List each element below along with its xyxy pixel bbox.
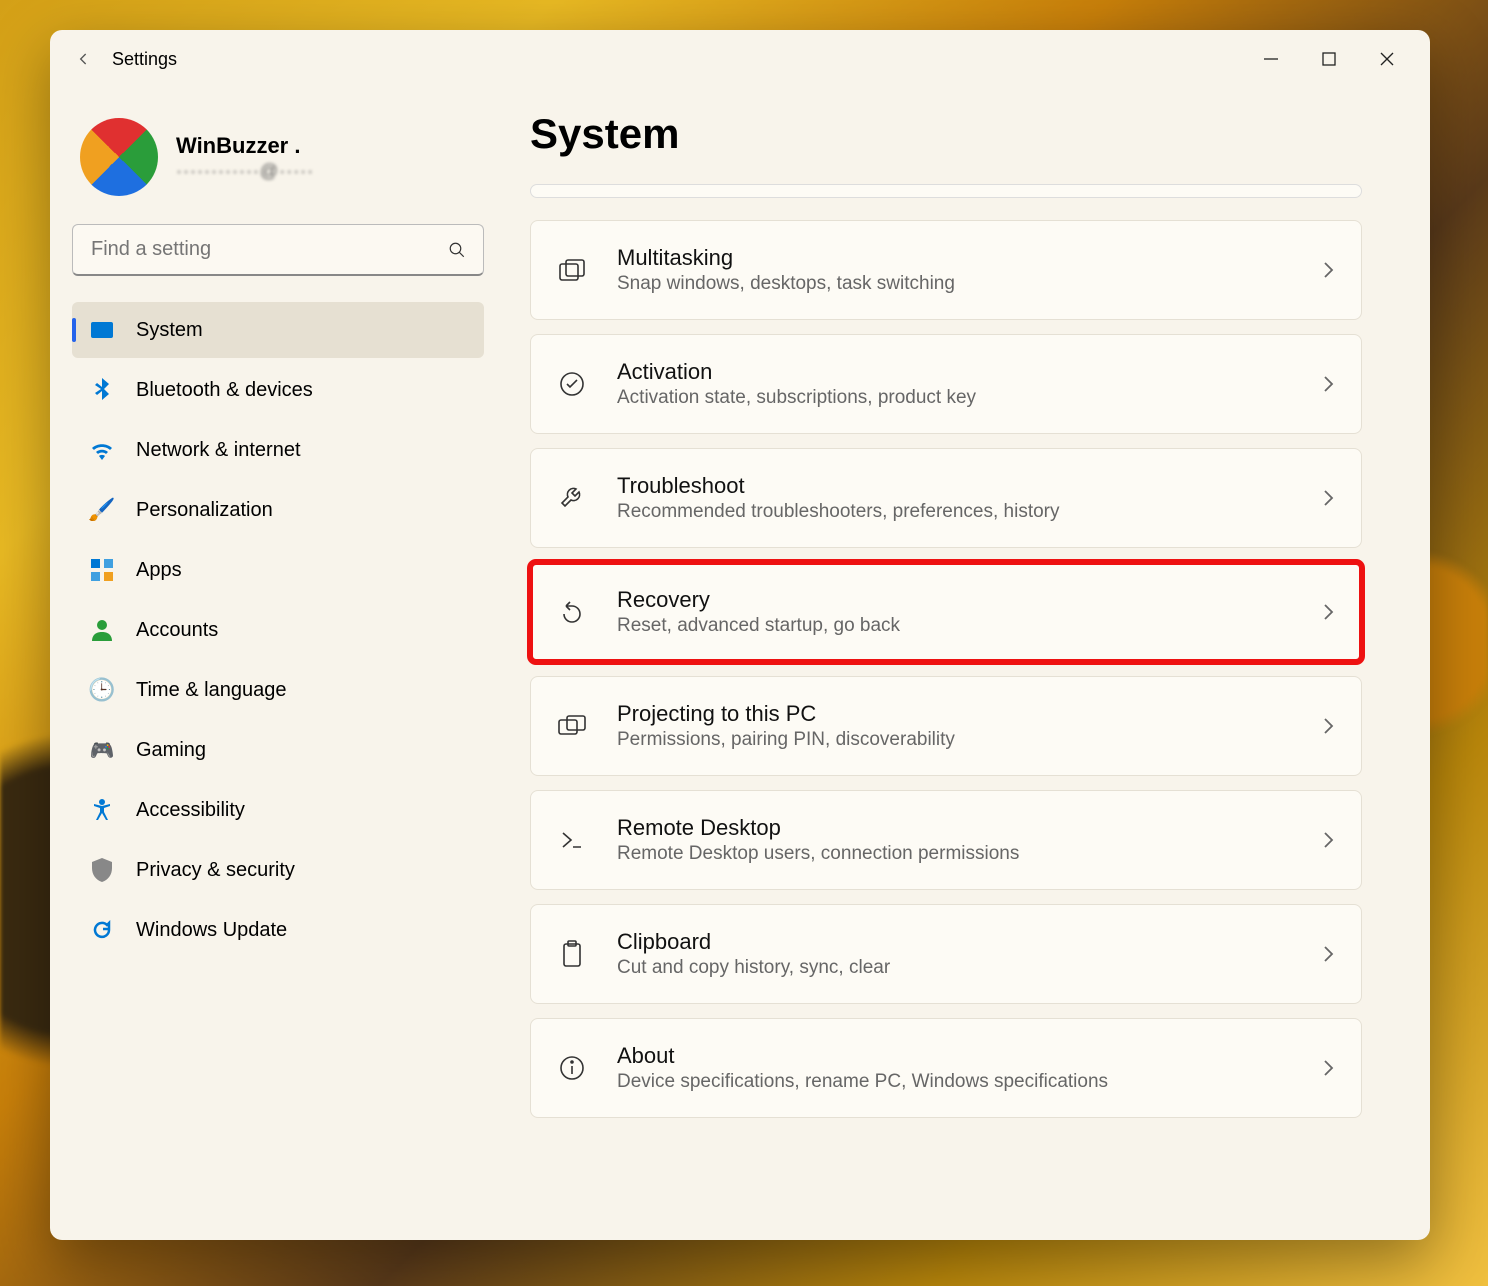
card-title: About bbox=[617, 1043, 1321, 1069]
sidebar-item-label: Accessibility bbox=[136, 799, 245, 822]
card-subtitle: Permissions, pairing PIN, discoverabilit… bbox=[617, 729, 1321, 751]
card-subtitle: Recommended troubleshooters, preferences… bbox=[617, 501, 1321, 523]
sidebar-item-label: Apps bbox=[136, 559, 182, 582]
system-icon bbox=[90, 318, 114, 342]
sidebar-item-label: Windows Update bbox=[136, 919, 287, 942]
sidebar-item-label: Personalization bbox=[136, 499, 273, 522]
card-title: Multitasking bbox=[617, 245, 1321, 271]
accounts-icon bbox=[90, 618, 114, 642]
chevron-right-icon bbox=[1321, 601, 1335, 623]
titlebar: Settings bbox=[50, 30, 1430, 88]
settings-card-projecting-to-this-pc[interactable]: Projecting to this PCPermissions, pairin… bbox=[530, 676, 1362, 776]
remote-icon bbox=[557, 825, 587, 855]
card-subtitle: Device specifications, rename PC, Window… bbox=[617, 1071, 1321, 1093]
card-subtitle: Cut and copy history, sync, clear bbox=[617, 957, 1321, 979]
clipboard-icon bbox=[557, 939, 587, 969]
settings-card-clipboard[interactable]: ClipboardCut and copy history, sync, cle… bbox=[530, 904, 1362, 1004]
app-title: Settings bbox=[112, 49, 177, 70]
sidebar: WinBuzzer . ············@····· System Blu… bbox=[50, 88, 510, 1240]
apps-icon bbox=[90, 558, 114, 582]
windows-update-icon bbox=[90, 918, 114, 942]
card-title: Activation bbox=[617, 359, 1321, 385]
check-icon bbox=[557, 369, 587, 399]
sidebar-item-privacy-security[interactable]: Privacy & security bbox=[72, 842, 484, 898]
avatar bbox=[80, 118, 158, 196]
recovery-icon bbox=[557, 597, 587, 627]
settings-card-remote-desktop[interactable]: Remote DesktopRemote Desktop users, conn… bbox=[530, 790, 1362, 890]
settings-card-multitasking[interactable]: MultitaskingSnap windows, desktops, task… bbox=[530, 220, 1362, 320]
sidebar-item-label: Network & internet bbox=[136, 439, 301, 462]
chevron-right-icon bbox=[1321, 487, 1335, 509]
maximize-icon bbox=[1322, 52, 1336, 66]
sidebar-item-label: Time & language bbox=[136, 679, 286, 702]
card-title: Remote Desktop bbox=[617, 815, 1321, 841]
card-title: Recovery bbox=[617, 587, 1321, 613]
chevron-right-icon bbox=[1321, 715, 1335, 737]
sidebar-item-label: System bbox=[136, 319, 203, 342]
chevron-right-icon bbox=[1321, 1057, 1335, 1079]
privacy-security-icon bbox=[90, 858, 114, 882]
profile-name: WinBuzzer . bbox=[176, 133, 314, 159]
chevron-right-icon bbox=[1321, 259, 1335, 281]
main-content: System MultitaskingSnap windows, desktop… bbox=[510, 88, 1430, 1240]
sidebar-item-accounts[interactable]: Accounts bbox=[72, 602, 484, 658]
network-internet-icon bbox=[90, 438, 114, 462]
multitask-icon bbox=[557, 255, 587, 285]
chevron-right-icon bbox=[1321, 373, 1335, 395]
time-language-icon: 🕒 bbox=[90, 678, 114, 702]
close-button[interactable] bbox=[1358, 39, 1416, 79]
project-icon bbox=[557, 711, 587, 741]
sidebar-item-windows-update[interactable]: Windows Update bbox=[72, 902, 484, 958]
card-subtitle: Remote Desktop users, connection permiss… bbox=[617, 843, 1321, 865]
sidebar-item-personalization[interactable]: 🖌️ Personalization bbox=[72, 482, 484, 538]
settings-card-recovery[interactable]: RecoveryReset, advanced startup, go back bbox=[530, 562, 1362, 662]
minimize-icon bbox=[1264, 52, 1278, 66]
card-subtitle: Reset, advanced startup, go back bbox=[617, 615, 1321, 637]
settings-card-activation[interactable]: ActivationActivation state, subscription… bbox=[530, 334, 1362, 434]
card-title: Clipboard bbox=[617, 929, 1321, 955]
search-input[interactable] bbox=[72, 224, 484, 276]
sidebar-item-label: Privacy & security bbox=[136, 859, 295, 882]
sidebar-item-accessibility[interactable]: Accessibility bbox=[72, 782, 484, 838]
card-subtitle: Activation state, subscriptions, product… bbox=[617, 387, 1321, 409]
sidebar-item-apps[interactable]: Apps bbox=[72, 542, 484, 598]
sidebar-item-gaming[interactable]: 🎮 Gaming bbox=[72, 722, 484, 778]
settings-card-troubleshoot[interactable]: TroubleshootRecommended troubleshooters,… bbox=[530, 448, 1362, 548]
info-icon bbox=[557, 1053, 587, 1083]
card-subtitle: Snap windows, desktops, task switching bbox=[617, 273, 1321, 295]
minimize-button[interactable] bbox=[1242, 39, 1300, 79]
settings-window: Settings WinBuzzer . ············@····· … bbox=[50, 30, 1430, 1240]
settings-card-about[interactable]: AboutDevice specifications, rename PC, W… bbox=[530, 1018, 1362, 1118]
page-title: System bbox=[530, 110, 1372, 158]
chevron-right-icon bbox=[1321, 829, 1335, 851]
personalization-icon: 🖌️ bbox=[90, 498, 114, 522]
sidebar-item-time-language[interactable]: 🕒 Time & language bbox=[72, 662, 484, 718]
wrench-icon bbox=[557, 483, 587, 513]
close-icon bbox=[1380, 52, 1394, 66]
sidebar-item-system[interactable]: System bbox=[72, 302, 484, 358]
card-title: Troubleshoot bbox=[617, 473, 1321, 499]
maximize-button[interactable] bbox=[1300, 39, 1358, 79]
search-icon bbox=[448, 241, 466, 259]
sidebar-item-label: Accounts bbox=[136, 619, 218, 642]
gaming-icon: 🎮 bbox=[90, 738, 114, 762]
arrow-left-icon bbox=[74, 49, 94, 69]
partial-card-top[interactable] bbox=[530, 184, 1362, 198]
chevron-right-icon bbox=[1321, 943, 1335, 965]
sidebar-item-bluetooth-devices[interactable]: Bluetooth & devices bbox=[72, 362, 484, 418]
bluetooth-devices-icon bbox=[90, 378, 114, 402]
sidebar-item-label: Bluetooth & devices bbox=[136, 379, 313, 402]
profile-section[interactable]: WinBuzzer . ············@····· bbox=[72, 118, 484, 196]
sidebar-item-label: Gaming bbox=[136, 739, 206, 762]
card-title: Projecting to this PC bbox=[617, 701, 1321, 727]
sidebar-item-network-internet[interactable]: Network & internet bbox=[72, 422, 484, 478]
accessibility-icon bbox=[90, 798, 114, 822]
profile-email: ············@····· bbox=[176, 161, 314, 182]
back-button[interactable] bbox=[64, 39, 104, 79]
